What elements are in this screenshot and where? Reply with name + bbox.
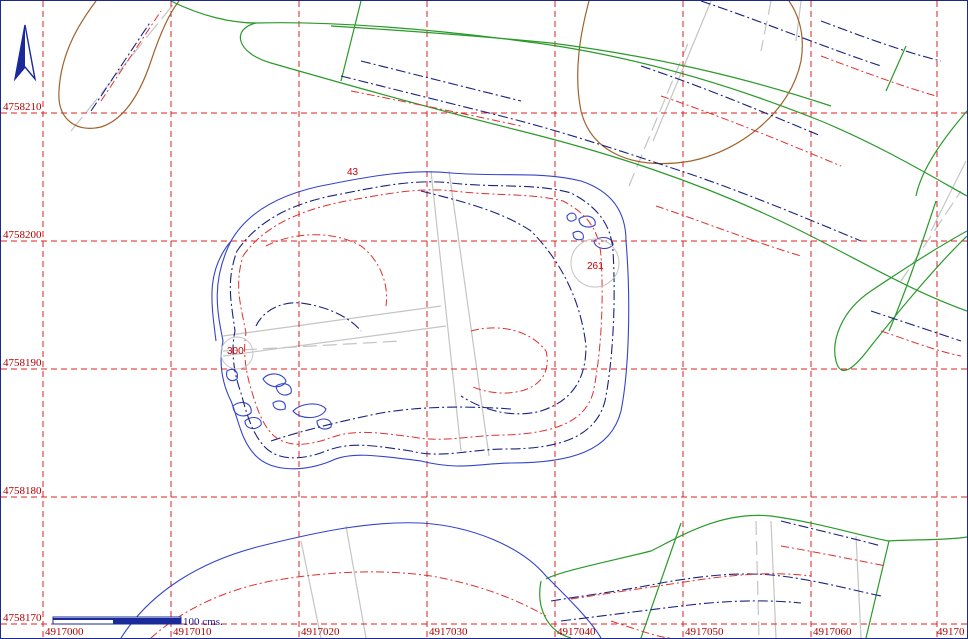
road-layer: [70, 1, 967, 638]
contour-labels: 43 261 300: [227, 167, 604, 357]
grid-label-x: 4917030: [429, 626, 468, 638]
grid-label-y: 4758200: [3, 229, 42, 241]
grid-labels-y: 4758210 4758200 4758190 4758180 4758170: [3, 101, 42, 624]
coordinate-grid: [1, 1, 967, 638]
contour-label: 300: [227, 346, 244, 357]
grid-label-y: 4758210: [3, 101, 42, 113]
grid-label-x: 4917040: [557, 626, 596, 638]
north-arrow-icon: [13, 24, 37, 82]
map-canvas[interactable]: 4758210 4758200 4758190 4758180 4758170 …: [0, 0, 968, 639]
lake-outline: [120, 171, 630, 638]
contour-red: [100, 10, 962, 638]
grid-label-y: 4758190: [3, 357, 42, 369]
vegetation-outline: [170, 1, 967, 638]
grid-label-x: 49170: [937, 626, 965, 638]
contour-label: 261: [587, 261, 604, 272]
scale-bar-label: 100 cms.: [183, 616, 223, 628]
grid-label-x: 4917050: [685, 626, 724, 638]
map-drawing: 4758210 4758200 4758190 4758180 4758170 …: [1, 1, 967, 638]
grid-label-x: 4917020: [301, 626, 340, 638]
grid-label-x: 4917000: [45, 626, 84, 638]
grid-label-y: 4758180: [3, 485, 42, 497]
terrain-outline: [58, 1, 803, 165]
grid-label-x: 4917060: [813, 626, 852, 638]
grid-label-y: 4758170: [3, 612, 42, 624]
contour-circles: [220, 238, 620, 370]
contour-label: 43: [347, 167, 359, 178]
